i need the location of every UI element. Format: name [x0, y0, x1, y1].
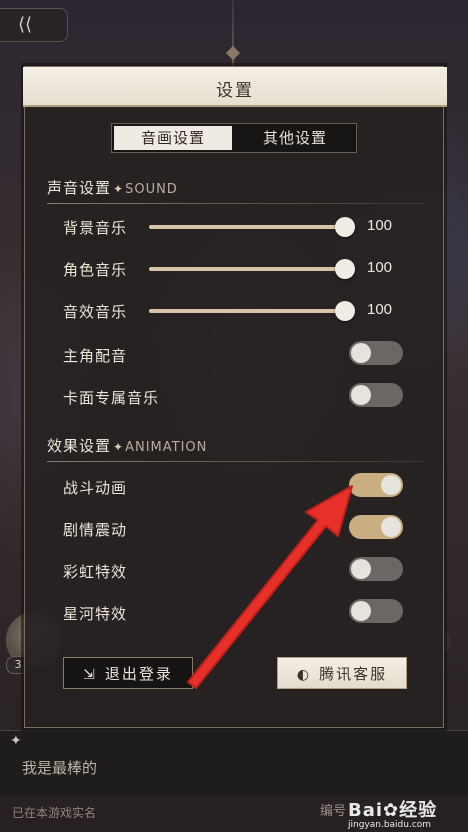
signature-text: 我是最棒的 — [22, 759, 98, 777]
story-shake-toggle[interactable] — [349, 515, 403, 539]
story-shake-label: 剧情震动 — [63, 521, 128, 539]
sfx-slider-thumb[interactable] — [335, 301, 355, 321]
tab-other[interactable]: 其他设置 — [236, 126, 354, 150]
support-icon: ◐ — [296, 667, 312, 683]
realname-note: 已在本游戏实名 — [12, 806, 97, 820]
rainbow-effect-label: 彩虹特效 — [63, 563, 128, 581]
watermark-sub: jingyan.baidu.com — [348, 820, 432, 830]
dialog-header: 设置 — [23, 67, 447, 107]
settings-dialog: 设置 音画设置 其他设置 声音设置 ✦ SOUND 背景音乐 100 角色音乐 10… — [23, 66, 447, 728]
card-music-label: 卡面专属音乐 — [63, 389, 160, 407]
id-label: 编号 — [320, 804, 347, 819]
bgm-value: 100 — [367, 217, 393, 234]
character-music-label: 角色音乐 — [63, 261, 128, 279]
sparkle-icon: ✦ — [10, 733, 22, 749]
back-button[interactable]: ⟨⟨ — [0, 8, 68, 42]
signature-box[interactable]: ✦ 我是最棒的 — [0, 730, 468, 796]
rainbow-effect-toggle[interactable] — [349, 557, 403, 581]
sfx-slider[interactable] — [149, 301, 355, 321]
bgm-slider[interactable] — [149, 217, 355, 237]
sound-section-subtitle: SOUND — [125, 182, 178, 197]
character-music-value: 100 — [367, 259, 393, 276]
toggle-knob — [351, 559, 371, 579]
logout-icon: ⇲ — [83, 667, 97, 683]
animation-section-title: 效果设置 — [47, 437, 112, 455]
divider — [47, 461, 425, 462]
protagonist-voice-label: 主角配音 — [63, 347, 128, 365]
protagonist-voice-toggle[interactable] — [349, 341, 403, 365]
animation-section-header: 效果设置 ✦ ANIMATION — [47, 435, 427, 462]
toggle-knob — [351, 385, 371, 405]
galaxy-effect-label: 星河特效 — [63, 605, 128, 623]
back-arrow-icon: ⟨⟨ — [18, 14, 33, 35]
sfx-value: 100 — [367, 301, 393, 318]
battle-animation-toggle[interactable] — [349, 473, 403, 497]
baidu-watermark: Bai✿经验 jingyan.baidu.com — [348, 796, 462, 830]
logout-button[interactable]: ⇲ 退出登录 — [63, 657, 193, 689]
battle-animation-label: 战斗动画 — [63, 479, 128, 497]
sparkle-icon: ✦ — [113, 440, 124, 454]
tab-audio-visual[interactable]: 音画设置 — [114, 126, 232, 150]
logout-label: 退出登录 — [104, 665, 173, 683]
bgm-slider-thumb[interactable] — [335, 217, 355, 237]
character-music-slider[interactable] — [149, 259, 355, 279]
toggle-knob — [351, 343, 371, 363]
customer-service-button[interactable]: ◐ 腾讯客服 — [277, 657, 407, 689]
dialog-title: 设置 — [216, 81, 254, 101]
divider — [47, 203, 425, 204]
settings-tabs: 音画设置 其他设置 — [111, 123, 357, 153]
toggle-knob — [351, 601, 371, 621]
sfx-label: 音效音乐 — [63, 303, 128, 321]
toggle-knob — [381, 517, 401, 537]
card-music-toggle[interactable] — [349, 383, 403, 407]
sparkle-icon: ✦ — [113, 182, 124, 196]
watermark-main: Bai✿经验 — [348, 800, 438, 821]
customer-service-label: 腾讯客服 — [319, 665, 388, 683]
character-music-slider-thumb[interactable] — [335, 259, 355, 279]
bgm-label: 背景音乐 — [63, 219, 128, 237]
toggle-knob — [381, 475, 401, 495]
sound-section-header: 声音设置 ✦ SOUND — [47, 177, 427, 204]
galaxy-effect-toggle[interactable] — [349, 599, 403, 623]
sound-section-title: 声音设置 — [47, 179, 112, 197]
animation-section-subtitle: ANIMATION — [125, 440, 208, 455]
